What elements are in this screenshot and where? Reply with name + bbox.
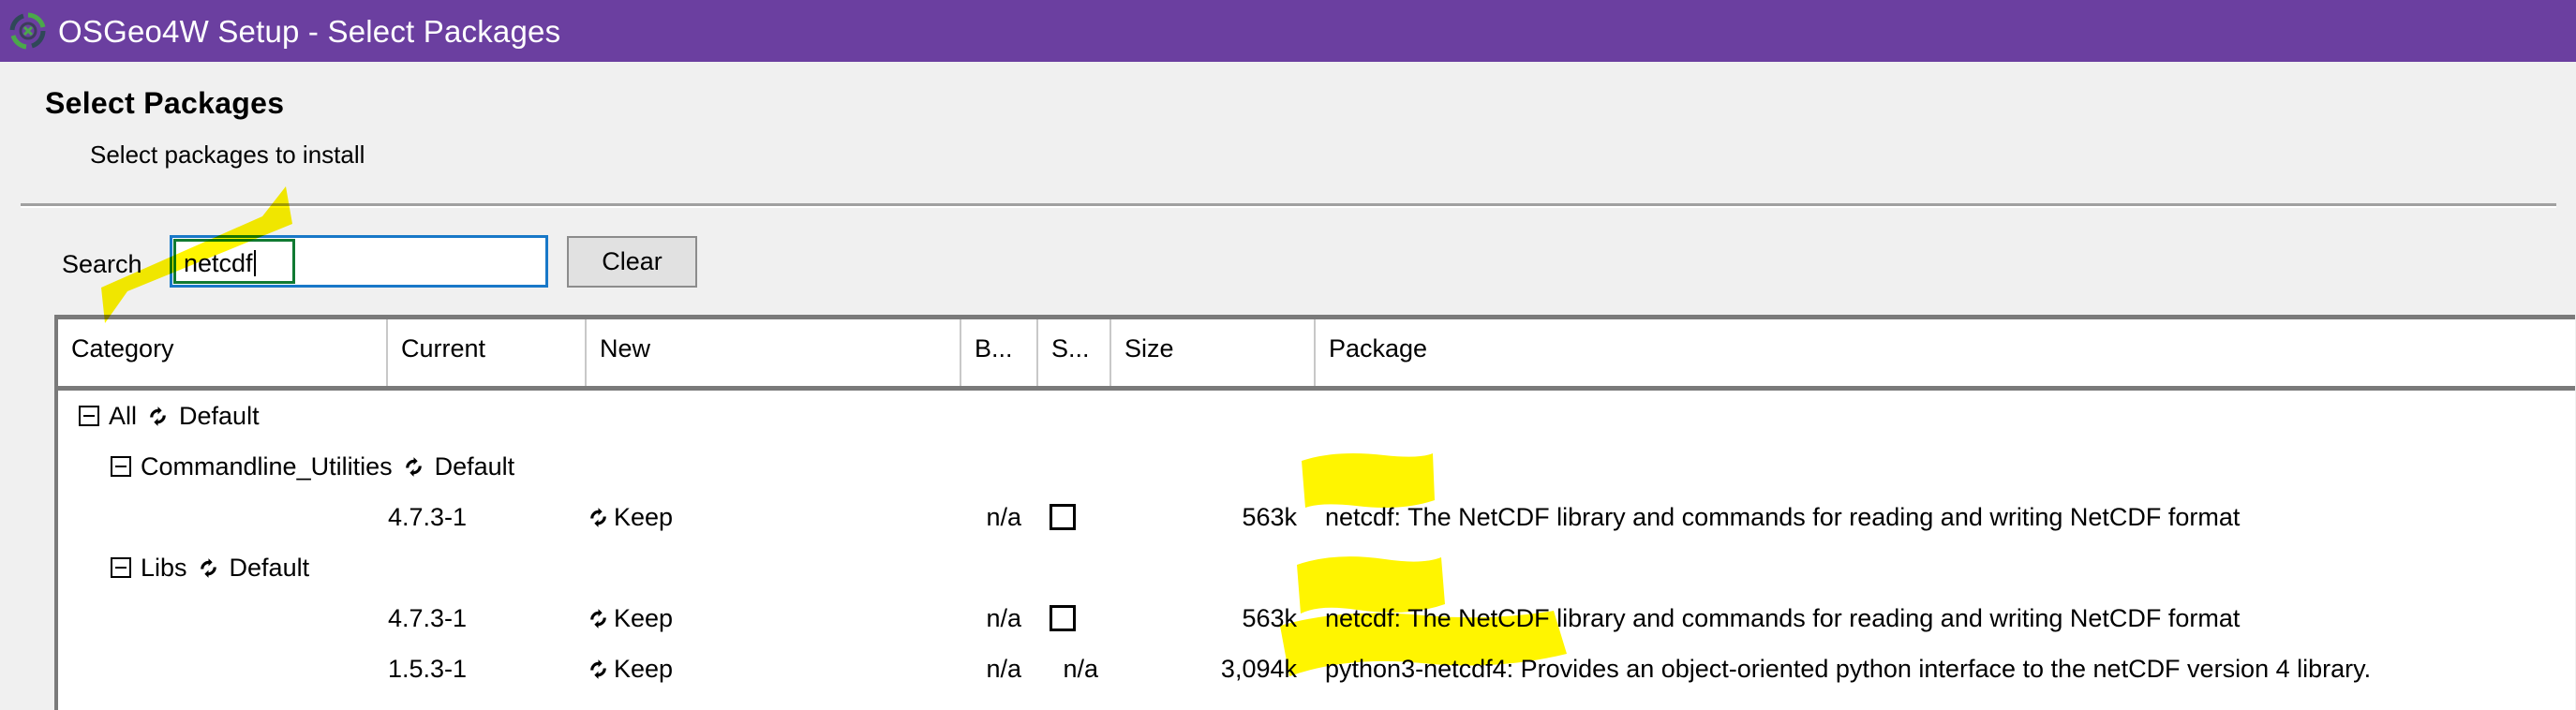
source-checkbox[interactable] [1050, 504, 1076, 530]
column-header-current[interactable]: Current [388, 319, 587, 386]
category-action[interactable]: Default [230, 554, 310, 583]
cell-current: 4.7.3-1 [388, 503, 468, 531]
cycle-arrows-icon[interactable] [587, 658, 610, 681]
collapse-minus-icon[interactable] [79, 406, 99, 426]
cell-src[interactable] [1050, 605, 1076, 636]
table-row[interactable]: 4.7.3-1 Keep n/a 563k netcdf: The NetCDF… [58, 492, 2575, 542]
table-header-row: Category Current New B... S... Size Pack… [58, 319, 2575, 391]
table-row[interactable]: Commandline_Utilities Default [58, 441, 2575, 492]
tree-group-libs[interactable]: Libs Default [111, 542, 309, 593]
category-action[interactable]: Default [179, 402, 260, 431]
column-header-src[interactable]: S... [1038, 319, 1111, 386]
category-action[interactable]: Default [435, 452, 515, 481]
collapse-minus-icon[interactable] [111, 557, 131, 578]
cell-current: 1.5.3-1 [388, 655, 468, 683]
search-input-value: netcdf [184, 249, 253, 277]
table-body: All Default Commandline_Utilities Defaul… [58, 391, 2575, 694]
package-description: The NetCDF library and commands for read… [1407, 503, 2241, 531]
page-heading-block: Select Packages Select packages to insta… [45, 88, 365, 167]
package-name: netcdf: [1325, 604, 1408, 632]
table-row[interactable]: All Default [58, 391, 2575, 441]
page-subtitle: Select packages to install [90, 141, 365, 169]
cell-size: 563k [1242, 503, 1297, 531]
column-header-package[interactable]: Package [1316, 319, 2575, 386]
tree-group-commandline-utilities[interactable]: Commandline_Utilities Default [111, 441, 514, 492]
new-action-label: Keep [614, 654, 674, 683]
package-table: Category Current New B... S... Size Pack… [54, 315, 2575, 710]
search-input[interactable]: netcdf [170, 235, 548, 288]
cell-size: 3,094k [1220, 655, 1297, 683]
cell-current: 4.7.3-1 [388, 604, 468, 632]
cell-src: n/a [1063, 655, 1098, 683]
package-name: netcdf: [1325, 503, 1408, 531]
tree-group-all[interactable]: All Default [79, 391, 260, 441]
column-header-size[interactable]: Size [1111, 319, 1316, 386]
category-name: Commandline_Utilities [141, 451, 393, 481]
column-header-category[interactable]: Category [58, 319, 388, 386]
package-description: Provides an object-oriented python inter… [1520, 655, 2372, 683]
category-name: Libs [141, 553, 187, 582]
cell-size: 563k [1242, 604, 1297, 632]
table-row[interactable]: Libs Default [58, 542, 2575, 593]
page-title: Select Packages [45, 86, 285, 120]
column-header-new[interactable]: New [587, 319, 961, 386]
window-title: OSGeo4W Setup - Select Packages [58, 13, 561, 49]
package-name: python3-netcdf4: [1325, 655, 1521, 683]
cell-bin: n/a [986, 503, 1021, 531]
cell-new[interactable]: Keep [587, 593, 673, 643]
cycle-arrows-icon[interactable] [402, 455, 425, 479]
collapse-minus-icon[interactable] [111, 456, 131, 477]
category-name: All [109, 401, 138, 430]
cell-bin: n/a [986, 655, 1021, 683]
cell-package: netcdf: The NetCDF library and commands … [1325, 593, 2240, 643]
table-row[interactable]: 1.5.3-1 Keep n/a n/a 3,094k python3-netc… [58, 643, 2575, 694]
text-caret [253, 250, 256, 276]
header-divider [21, 203, 2556, 208]
new-action-label: Keep [614, 502, 674, 531]
cell-src[interactable] [1050, 504, 1076, 535]
search-row: Search netcdf Clear [0, 235, 2576, 303]
setup-page: Select Packages Select packages to insta… [0, 62, 2576, 710]
cycle-arrows-icon[interactable] [587, 506, 610, 529]
package-description: The NetCDF library and commands for read… [1407, 604, 2241, 632]
search-label: Search [62, 250, 142, 278]
cell-package: python3-netcdf4: Provides an object-orie… [1325, 643, 2371, 694]
cycle-arrows-icon[interactable] [197, 556, 220, 580]
cell-package: netcdf: The NetCDF library and commands … [1325, 492, 2240, 542]
source-checkbox[interactable] [1050, 605, 1076, 631]
cycle-arrows-icon[interactable] [587, 607, 610, 630]
new-action-label: Keep [614, 603, 674, 632]
cell-bin: n/a [986, 604, 1021, 632]
clear-button[interactable]: Clear [567, 236, 697, 288]
cell-new[interactable]: Keep [587, 643, 673, 694]
osgeo-logo-icon [9, 12, 46, 50]
window-titlebar: OSGeo4W Setup - Select Packages [0, 0, 2576, 62]
column-header-bin[interactable]: B... [961, 319, 1038, 386]
table-row[interactable]: 4.7.3-1 Keep n/a 563k netcdf: The NetCDF… [58, 593, 2575, 643]
cycle-arrows-icon[interactable] [146, 405, 170, 428]
cell-new[interactable]: Keep [587, 492, 673, 542]
